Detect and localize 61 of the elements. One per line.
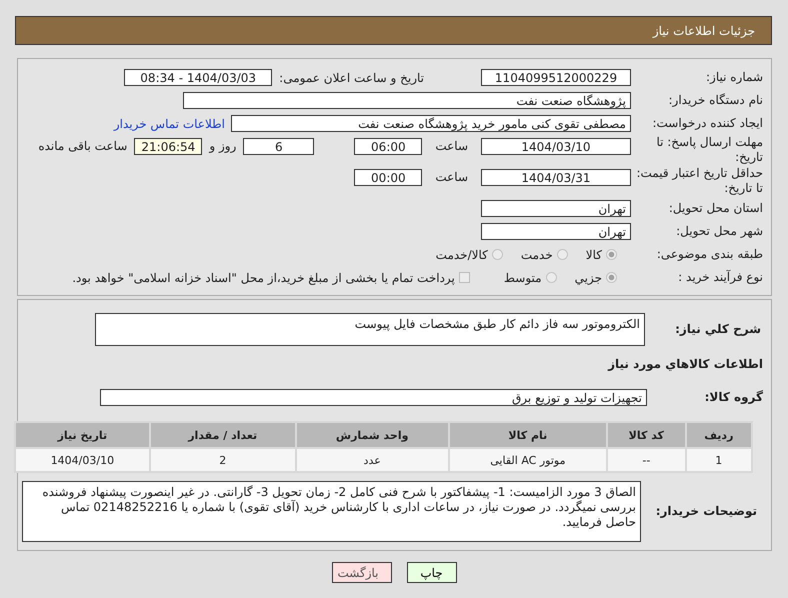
days-field: 6 bbox=[243, 138, 314, 155]
table-cell: 1 bbox=[686, 448, 752, 472]
print-button[interactable]: چاپ bbox=[406, 562, 456, 583]
field-label: ایجاد کننده درخواست: bbox=[651, 116, 764, 131]
validity-date-field: 1404/03/31 bbox=[481, 169, 631, 186]
radio-label: متوسط bbox=[504, 270, 542, 284]
checkbox-label: پرداخت تمام یا بخشی از مبلغ خرید،از محل "اسناد خزانه اسلامی" خواهد بود. bbox=[72, 270, 455, 284]
column-header: تعداد / مقدار bbox=[150, 422, 296, 448]
requester-field: مصطفی تقوی کنی مامور خرید پژوهشگاه صنعت نفت bbox=[231, 115, 631, 132]
deadline-time-field: 06:00 bbox=[354, 138, 422, 155]
page-title: جزئیات اطلاعات نیاز bbox=[652, 24, 755, 38]
table-cell: 1404/03/10 bbox=[15, 448, 150, 472]
field-label: ساعت bbox=[434, 139, 469, 153]
radio-button[interactable] bbox=[556, 249, 568, 260]
field-label: ساعت باقی مانده bbox=[37, 139, 128, 153]
buyer-notes-textarea[interactable]: الصاق 3 مورد الزامیست: 1- پیشفاکتور با شرح فنی کامل 2- زمان تحویل 3- گارانتی. در غیر اینصورت پیشنهاد فروشنده بررسی نمیگردد. در صورت نیاز، در ساعات اداری با کارشناس خرید (آقای تقوی) با شماره یا 02148252216 تماس حاصل فرمایید. bbox=[22, 481, 641, 542]
field-label: حداقل تاریخ اعتبار قیمت: تا تاریخ: bbox=[635, 166, 764, 196]
section-heading: اطلاعات كالاهاي مورد نياز bbox=[606, 356, 764, 373]
field-label: شرح كلي نياز: bbox=[674, 322, 762, 337]
table-cell: 2 bbox=[150, 448, 296, 472]
field-label: تاریخ و ساعت اعلان عمومی: bbox=[278, 70, 425, 84]
field-label: شماره نیاز: bbox=[705, 70, 764, 85]
radio-label: کالا bbox=[586, 248, 602, 262]
announce-date-field: 1404/03/03 - 08:34 bbox=[124, 69, 272, 86]
field-label: روز و bbox=[208, 139, 238, 153]
description-textarea[interactable]: الکتروموتور سه فاز دائم کار طبق مشخصات فایل پیوست bbox=[95, 313, 645, 346]
field-label: طبقه بندی موضوعی: bbox=[656, 247, 764, 262]
field-label: استان محل تحویل: bbox=[668, 201, 764, 216]
column-header: تاریخ نیاز bbox=[15, 422, 150, 448]
column-header: واحد شمارش bbox=[296, 422, 449, 448]
buyer-contact-link[interactable]: اطلاعات تماس خریدار bbox=[114, 116, 225, 130]
field-label: گروه کالا: bbox=[704, 390, 764, 404]
city-field: تهران bbox=[481, 223, 631, 240]
column-header: ردیف bbox=[686, 422, 752, 448]
province-field: تهران bbox=[481, 200, 631, 217]
column-header: کد کالا bbox=[607, 422, 686, 448]
column-header: نام کالا bbox=[448, 422, 608, 448]
radio-label: جزیي bbox=[574, 270, 602, 284]
field-label: نوع فرآیند خرید : bbox=[677, 270, 764, 285]
field-label: نام دستگاه خریدار: bbox=[668, 93, 764, 108]
field-label: ساعت bbox=[434, 170, 469, 184]
radio-button[interactable] bbox=[546, 272, 557, 283]
field-label: شهر محل تحویل: bbox=[675, 224, 764, 239]
checkbox[interactable] bbox=[458, 272, 470, 283]
need-number-field: 1104099512000229 bbox=[481, 69, 631, 86]
buyer-org-field: پژوهشگاه صنعت نفت bbox=[183, 92, 631, 109]
deadline-date-field: 1404/03/10 bbox=[481, 138, 631, 155]
remaining-time-field: 21:06:54 bbox=[134, 138, 202, 155]
table-cell: موتور AC القایی bbox=[448, 448, 608, 472]
field-label: مهلت ارسال پاسخ: تا تاریخ: bbox=[655, 135, 764, 165]
table-cell: -- bbox=[607, 448, 686, 472]
radio-button[interactable] bbox=[492, 249, 503, 260]
back-button[interactable]: بازگشت bbox=[332, 562, 392, 583]
table-cell: عدد bbox=[296, 448, 449, 472]
radio-button[interactable] bbox=[606, 249, 617, 260]
validity-time-field: 00:00 bbox=[354, 169, 422, 186]
radio-button[interactable] bbox=[606, 272, 617, 283]
field-label: توضیحات خریدار: bbox=[654, 504, 758, 519]
goods-group-field: تجهیزات تولید و توزیع برق bbox=[100, 388, 647, 406]
radio-label: کالا/خدمت bbox=[436, 248, 488, 262]
radio-label: خدمت bbox=[520, 248, 553, 262]
